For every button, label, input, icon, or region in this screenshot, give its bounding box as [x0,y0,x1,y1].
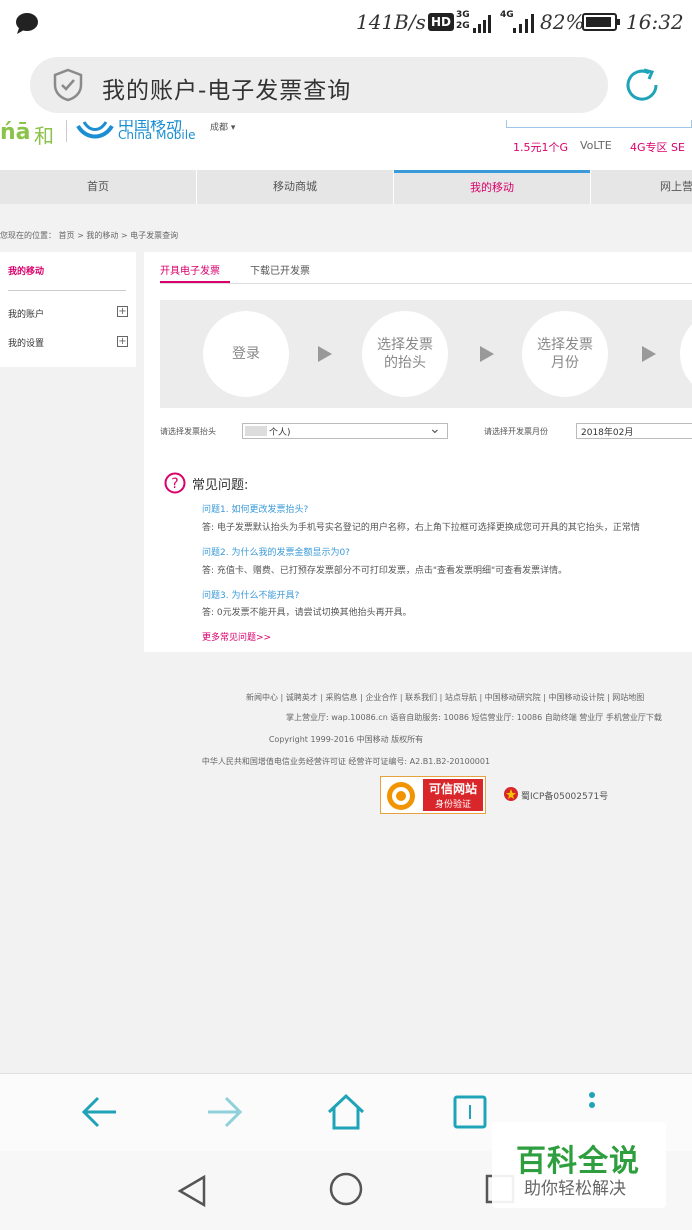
brand-en: China Mobile [118,128,196,142]
nav-my-mobile[interactable]: 我的移动 [394,170,590,204]
redacted-block [245,426,267,436]
hd-badge: HD [428,13,455,31]
sidebar-item-settings[interactable]: 我的设置 [8,336,44,349]
footer-copyright: Copyright 1999-2016 中国移动 版权所有 [268,735,424,744]
sidebar-divider [8,290,126,291]
question-icon: ? [164,472,186,494]
expand-icon[interactable]: + [117,336,128,347]
step-arrow-icon [480,346,494,362]
faq-title: 常见问题: [192,478,249,493]
site-header: ńā 和 中国移动 China Mobile 成都 ▾ 1.5元1个G VoLT… [0,120,692,170]
step-select-header-line2: 的抬头 [384,355,426,371]
chevron-down-icon: ⌄ [429,421,441,437]
footer-links[interactable]: 新闻中心 | 诚聘英才 | 采购信息 | 企业合作 | 联系我们 | 站点导航 … [120,692,692,703]
faq-answer-3: 答: 0元发票不能开具，请尝试切换其他抬头再开具。 [202,608,412,618]
step-arrow-icon [642,346,656,362]
header-search-line [506,120,692,128]
system-home-icon[interactable] [328,1171,364,1207]
trust-seal-icon [387,782,415,810]
expand-icon[interactable]: + [117,306,128,317]
shield-check-icon [53,68,83,102]
status-bar: 141B/s HD 3G 2G 4G 82% 16:32 [0,0,692,50]
breadcrumb: 您现在的位置： 首页 > 我的移动 > 电子发票查询 [0,231,179,240]
home-icon[interactable] [326,1092,366,1132]
step-select-header: 选择发票 的抬头 [362,311,448,397]
faq-answer-2: 答: 充值卡、赠费、已打预存发票部分不可打印发票，点击"查看发票明细"可查看发票… [202,566,568,576]
footer-license: 中华人民共和国增值电信业务经营许可证 经营许可证编号: A2.B1.B2-201… [201,757,491,766]
step-select-month-line1: 选择发票 [537,337,593,353]
faq-question-2[interactable]: 问题2. 为什么我的发票金额显示为0? [202,545,350,558]
step-select-month: 选择发票 月份 [522,311,608,397]
sidebar: 我的移动 我的账户 + 我的设置 + [0,252,136,367]
nav-online[interactable]: 网上营 [620,170,692,204]
nav-home[interactable]: 首页 [0,170,196,204]
step-next-partial [680,311,692,397]
clock: 16:32 [626,10,684,34]
trusted-site-badge[interactable]: 可信网站 身份验证 [380,776,486,814]
city-selector[interactable]: 成都 ▾ [210,120,235,133]
sidebar-item-account[interactable]: 我的账户 [8,307,44,320]
battery-percent: 82% [540,10,585,34]
watermark-subtitle: 助你轻松解决 [524,1179,626,1199]
signal-icon [473,15,491,33]
promo-4g[interactable]: 4G专区 SE [630,139,685,155]
nav-shop[interactable]: 移动商城 [197,170,393,204]
header-select-value: 个人) [269,428,291,438]
icp-license[interactable]: 蜀ICP备05002571号 [521,789,608,802]
brand-he: 和 [34,124,54,148]
promo-data[interactable]: 1.5元1个G [513,139,568,155]
china-mobile-logo-icon [76,121,114,139]
browser-toolbar: 我的账户-电子发票查询 [0,50,692,120]
signal-icon-2 [513,14,534,33]
tab-bottom-border [160,283,692,284]
network-speed: 141B/s [356,10,426,34]
faq-more-link[interactable]: 更多常见问题>> [202,630,271,643]
city-label: 成都 [210,123,229,133]
page-title: 我的账户-电子发票查询 [102,78,352,104]
web-page: ńā 和 中国移动 China Mobile 成都 ▾ 1.5元1个G VoLT… [0,120,692,1073]
forward-arrow-icon[interactable] [204,1094,244,1130]
signal-2g-label: 2G [456,21,470,31]
step-select-header-line1: 选择发票 [377,337,433,353]
battery-icon [582,13,620,31]
faq-question-1[interactable]: 问题1. 如何更改发票抬头? [202,502,308,515]
tab-issue-invoice[interactable]: 开具电子发票 [160,262,220,277]
main-content: 开具电子发票 下载已开发票 登录 选择发票 的抬头 选择发票 月份 请选择发票抬… [144,252,692,652]
svg-text:?: ? [171,476,178,492]
menu-dots-icon[interactable] [584,1090,600,1120]
trust-badge-line1: 可信网站 [429,782,478,796]
nav-divider [590,170,591,204]
chat-bubble-icon [16,13,38,34]
address-bar[interactable]: 我的账户-电子发票查询 [30,57,608,113]
header-divider [66,120,67,142]
reload-icon[interactable] [622,65,662,105]
faq-answer-1: 答: 电子发票默认抬头为手机号实名登记的用户名称，右上角下拉框可选择更换成您可开… [202,523,640,533]
sidebar-title: 我的移动 [8,267,45,277]
promo-volte[interactable]: VoLTE [580,139,612,152]
back-arrow-icon[interactable] [80,1094,120,1130]
trust-badge-line2: 身份验证 [435,800,472,810]
month-select-value: 2018年02月 [581,428,634,438]
police-emblem-icon [504,787,518,801]
header-select-label: 请选择发票抬头 [160,427,216,436]
main-nav: 首页 移动商城 我的移动 网上营 [0,170,692,204]
faq-question-3[interactable]: 问题3. 为什么不能开具? [202,588,299,601]
brand-logo-he: ńā [0,120,31,145]
footer-service-line: 掌上营业厅: wap.10086.cn 语音自助服务: 10086 短信营业厅:… [286,713,662,722]
step-login: 登录 [203,311,289,397]
signal-3g-label: 3G [456,10,470,20]
steps-panel: 登录 选择发票 的抬头 选择发票 月份 [160,300,692,408]
tabs-icon[interactable] [452,1094,488,1130]
watermark: 百科全说 助你轻松解决 [492,1122,666,1208]
month-select-label: 请选择开发票月份 [484,427,548,436]
tab-download-invoice[interactable]: 下载已开发票 [250,262,310,277]
header-select[interactable]: 个人) ⌄ [242,421,448,439]
month-select[interactable]: 2018年02月 [576,423,692,439]
system-back-icon[interactable] [176,1173,208,1209]
step-arrow-icon [318,346,332,362]
step-select-month-line2: 月份 [551,355,579,371]
step-login-label: 登录 [232,346,260,362]
